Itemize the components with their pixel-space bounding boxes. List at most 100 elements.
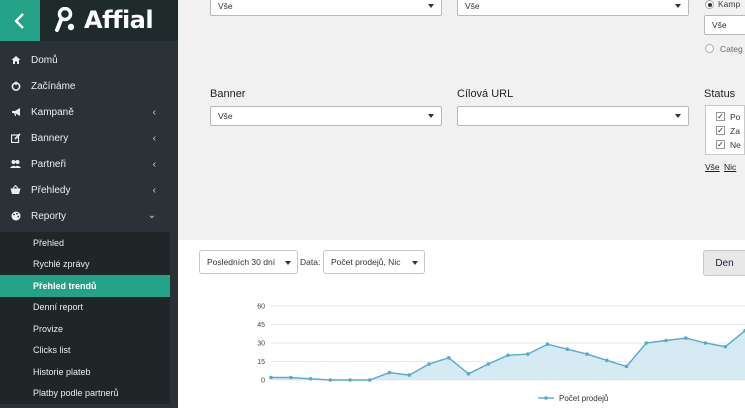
submenu-item-clicks-list[interactable]: Clicks list bbox=[0, 340, 170, 362]
category-radio[interactable] bbox=[705, 44, 714, 53]
nav-item-getting-started[interactable]: Začínáme bbox=[0, 73, 178, 99]
edit-icon bbox=[10, 133, 21, 144]
banner-select[interactable]: Vše bbox=[210, 106, 442, 126]
y-tick-label: 60 bbox=[257, 304, 265, 311]
data-point bbox=[703, 341, 708, 345]
status-checkbox-label: Za bbox=[730, 126, 740, 136]
category-radio-label: Categ bbox=[720, 44, 743, 54]
nav-label: Bannery bbox=[31, 132, 69, 144]
campaign-radio-label: Kamp bbox=[718, 0, 741, 9]
logo-icon bbox=[55, 7, 75, 32]
power-icon bbox=[10, 81, 21, 92]
status-label: Status bbox=[704, 88, 736, 100]
chevron-down-icon: ⌄ bbox=[147, 210, 156, 221]
trend-chart: 0 15 30 45 60 Počet prodejů bbox=[257, 304, 745, 403]
y-tick-label: 0 bbox=[261, 378, 265, 385]
y-tick-label: 45 bbox=[257, 322, 265, 329]
data-point bbox=[644, 341, 649, 345]
legend-label: Počet prodejů bbox=[559, 394, 608, 403]
submenu-item-quick-reports[interactable]: Rychlé zprávy bbox=[0, 254, 170, 276]
data-point bbox=[486, 362, 491, 366]
data-point bbox=[466, 372, 471, 376]
select-value: Vše bbox=[712, 20, 727, 30]
target-url-select[interactable] bbox=[457, 106, 689, 126]
status-checkbox-list: ✓ Po ✓ Za ✓ Ne bbox=[705, 105, 745, 155]
data-point bbox=[545, 342, 550, 346]
trend-chart-panel: Posledních 30 dní Data: Počet prodejů, N… bbox=[178, 240, 745, 408]
data-point bbox=[684, 336, 688, 340]
reports-submenu: Přehled Rychlé zprávy Přehled trendů Den… bbox=[0, 232, 170, 404]
nav-item-campaigns[interactable]: Kampaně ‹ bbox=[0, 99, 178, 125]
back-button[interactable] bbox=[0, 0, 40, 41]
chevron-left-icon: ‹ bbox=[152, 185, 156, 196]
submenu-item-daily-report[interactable]: Denní report bbox=[0, 297, 170, 319]
main-content: Vše Vše Kamp Vše Categ Banner Vše Cílová… bbox=[178, 0, 745, 408]
status-checkbox[interactable]: ✓ bbox=[716, 112, 725, 121]
chevron-left-icon bbox=[14, 12, 24, 29]
filter-select-2[interactable]: Vše bbox=[457, 0, 689, 16]
caret-down-icon bbox=[675, 114, 681, 118]
nav-item-banners[interactable]: Bannery ‹ bbox=[0, 125, 178, 151]
nav-item-overviews[interactable]: Přehledy ‹ bbox=[0, 177, 178, 203]
data-point bbox=[624, 364, 629, 369]
chart-legend: Počet prodejů bbox=[538, 394, 608, 403]
nav-label: Přehledy bbox=[31, 184, 71, 196]
target-url-label: Cílová URL bbox=[457, 88, 514, 100]
sidebar-scrollbar[interactable] bbox=[170, 232, 178, 408]
submenu-item-commissions[interactable]: Provize bbox=[0, 318, 170, 340]
submenu-item-trends[interactable]: Přehled trendů bbox=[0, 275, 170, 297]
caret-down-icon bbox=[428, 114, 434, 118]
sidebar-header: Affial bbox=[0, 0, 178, 41]
select-value: Vše bbox=[218, 1, 233, 11]
bullhorn-icon bbox=[10, 107, 21, 118]
data-point bbox=[565, 347, 570, 351]
y-tick-label: 30 bbox=[257, 341, 265, 348]
filter-select-1[interactable]: Vše bbox=[210, 0, 442, 16]
nav-item-reports[interactable]: Reporty ⌄ bbox=[0, 203, 178, 229]
nav-label: Reporty bbox=[31, 210, 67, 222]
data-point bbox=[308, 377, 313, 381]
data-point bbox=[387, 370, 392, 375]
data-point bbox=[585, 352, 589, 356]
app-logo[interactable]: Affial bbox=[54, 6, 154, 34]
nav-item-partners[interactable]: Partneři ‹ bbox=[0, 151, 178, 177]
select-value: Vše bbox=[218, 111, 233, 121]
users-icon bbox=[10, 159, 21, 170]
data-point bbox=[605, 358, 609, 363]
data-point bbox=[289, 375, 293, 380]
data-point bbox=[328, 378, 333, 382]
campaign-select[interactable]: Vše bbox=[704, 15, 745, 35]
data-point bbox=[506, 353, 510, 358]
status-checkbox[interactable]: ✓ bbox=[716, 126, 725, 135]
nav-item-home[interactable]: Domů bbox=[0, 47, 178, 73]
data-point bbox=[447, 356, 451, 360]
basket-icon bbox=[10, 185, 21, 196]
nav-label: Kampaně bbox=[31, 106, 74, 118]
select-value: Vše bbox=[465, 1, 480, 11]
nav-label: Partneři bbox=[31, 158, 67, 170]
sidebar: Affial Domů Začínáme Kampaně ‹ Bannery ‹… bbox=[0, 0, 178, 408]
palette-icon bbox=[10, 211, 21, 222]
nav-label: Začínáme bbox=[31, 80, 76, 92]
filters-panel: Vše Vše Kamp Vše Categ Banner Vše Cílová… bbox=[178, 0, 745, 240]
y-tick-label: 15 bbox=[257, 359, 265, 366]
logo-text: Affial bbox=[84, 6, 154, 34]
chevron-left-icon: ‹ bbox=[152, 133, 156, 144]
sidebar-nav: Domů Začínáme Kampaně ‹ Bannery ‹ Partne… bbox=[0, 47, 178, 229]
data-point bbox=[427, 362, 431, 366]
select-none-link[interactable]: Nic bbox=[724, 162, 736, 172]
submenu-item-payments-by-partner[interactable]: Platby podle partnerů bbox=[0, 383, 170, 405]
data-point bbox=[348, 378, 352, 382]
data-point bbox=[407, 373, 412, 377]
status-checkbox-label: Po bbox=[730, 112, 741, 122]
select-all-link[interactable]: Vše bbox=[705, 162, 720, 172]
campaign-radio[interactable] bbox=[705, 0, 714, 9]
chevron-left-icon: ‹ bbox=[152, 159, 156, 170]
submenu-item-payment-history[interactable]: Historie plateb bbox=[0, 361, 170, 383]
submenu-item-overview[interactable]: Přehled bbox=[0, 232, 170, 254]
y-axis-labels: 0 15 30 45 60 bbox=[257, 304, 265, 385]
caret-down-icon bbox=[675, 4, 681, 8]
status-checkbox[interactable]: ✓ bbox=[716, 140, 725, 149]
chevron-left-icon: ‹ bbox=[152, 107, 156, 118]
data-point bbox=[526, 352, 530, 356]
